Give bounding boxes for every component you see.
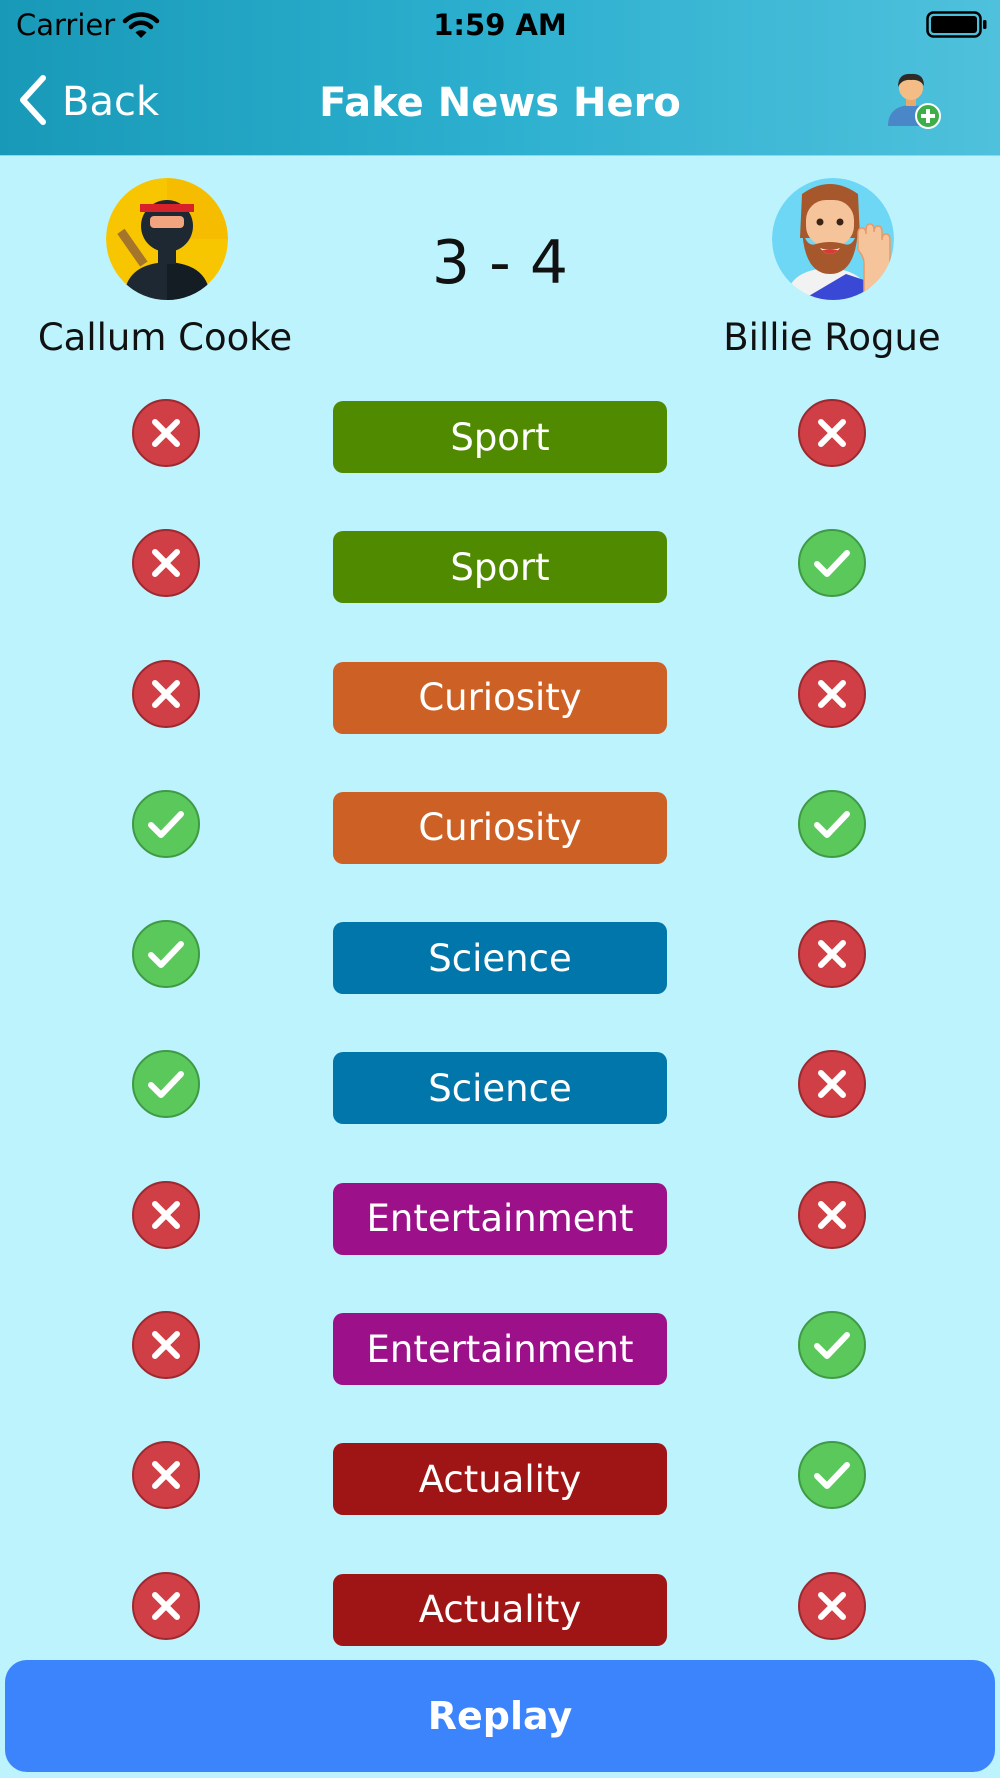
category-badge: Science	[333, 1052, 667, 1125]
cross-icon	[131, 1571, 201, 1641]
category-badge: Entertainment	[333, 1313, 667, 1386]
check-icon	[797, 1310, 867, 1380]
category-badge: Sport	[333, 531, 667, 604]
category-badge: Entertainment	[333, 1182, 667, 1255]
player-right-name: Billie Rogue	[723, 316, 941, 359]
round-row: Science	[0, 1047, 1000, 1177]
battery-icon	[926, 11, 988, 43]
round-row: Entertainment	[0, 1308, 1000, 1438]
cross-icon	[131, 528, 201, 598]
check-icon	[131, 1049, 201, 1119]
cross-icon	[797, 398, 867, 468]
cross-icon	[797, 1571, 867, 1641]
add-user-icon	[888, 73, 941, 129]
round-row: Curiosity	[0, 787, 1000, 917]
match-score: 3 - 4	[431, 228, 569, 298]
nav-bar: Back Fake News Hero	[0, 50, 1000, 155]
check-icon	[797, 789, 867, 859]
page-title: Fake News Hero	[319, 80, 681, 126]
check-icon	[797, 1440, 867, 1510]
cross-icon	[131, 659, 201, 729]
cross-icon	[131, 1180, 201, 1250]
category-badge: Sport	[333, 401, 667, 473]
cross-icon	[797, 919, 867, 989]
category-badge: Curiosity	[333, 661, 667, 734]
cross-icon	[131, 398, 201, 468]
round-row: Science	[0, 917, 1000, 1047]
round-row: Curiosity	[0, 657, 1000, 787]
category-badge: Actuality	[333, 1573, 667, 1646]
player-left-name: Callum Cooke	[37, 316, 293, 359]
round-row: Entertainment	[0, 1178, 1000, 1308]
cross-icon	[131, 1440, 201, 1510]
status-time: 1:59 AM	[433, 8, 567, 42]
cross-icon	[797, 1049, 867, 1119]
rounds-list: Sport Sport Curiosity Curiosity Science Scien…	[0, 396, 1000, 1699]
cross-icon	[797, 1180, 867, 1250]
check-icon	[131, 789, 201, 859]
cross-icon	[131, 1310, 201, 1380]
category-badge: Curiosity	[333, 791, 667, 864]
check-icon	[131, 919, 201, 989]
round-row: Sport	[0, 526, 1000, 656]
replay-button[interactable]: Replay	[5, 1660, 995, 1772]
category-badge: Science	[333, 922, 667, 995]
app-header: Carrier 1:59 AM Back Fake News Hero	[0, 0, 1000, 156]
category-badge: Actuality	[333, 1443, 667, 1516]
check-icon	[797, 528, 867, 598]
round-row: Sport	[0, 396, 1000, 526]
round-row: Actuality	[0, 1438, 1000, 1568]
add-user-button[interactable]	[884, 68, 944, 132]
status-bar: Carrier 1:59 AM	[0, 0, 1000, 50]
cross-icon	[797, 659, 867, 729]
